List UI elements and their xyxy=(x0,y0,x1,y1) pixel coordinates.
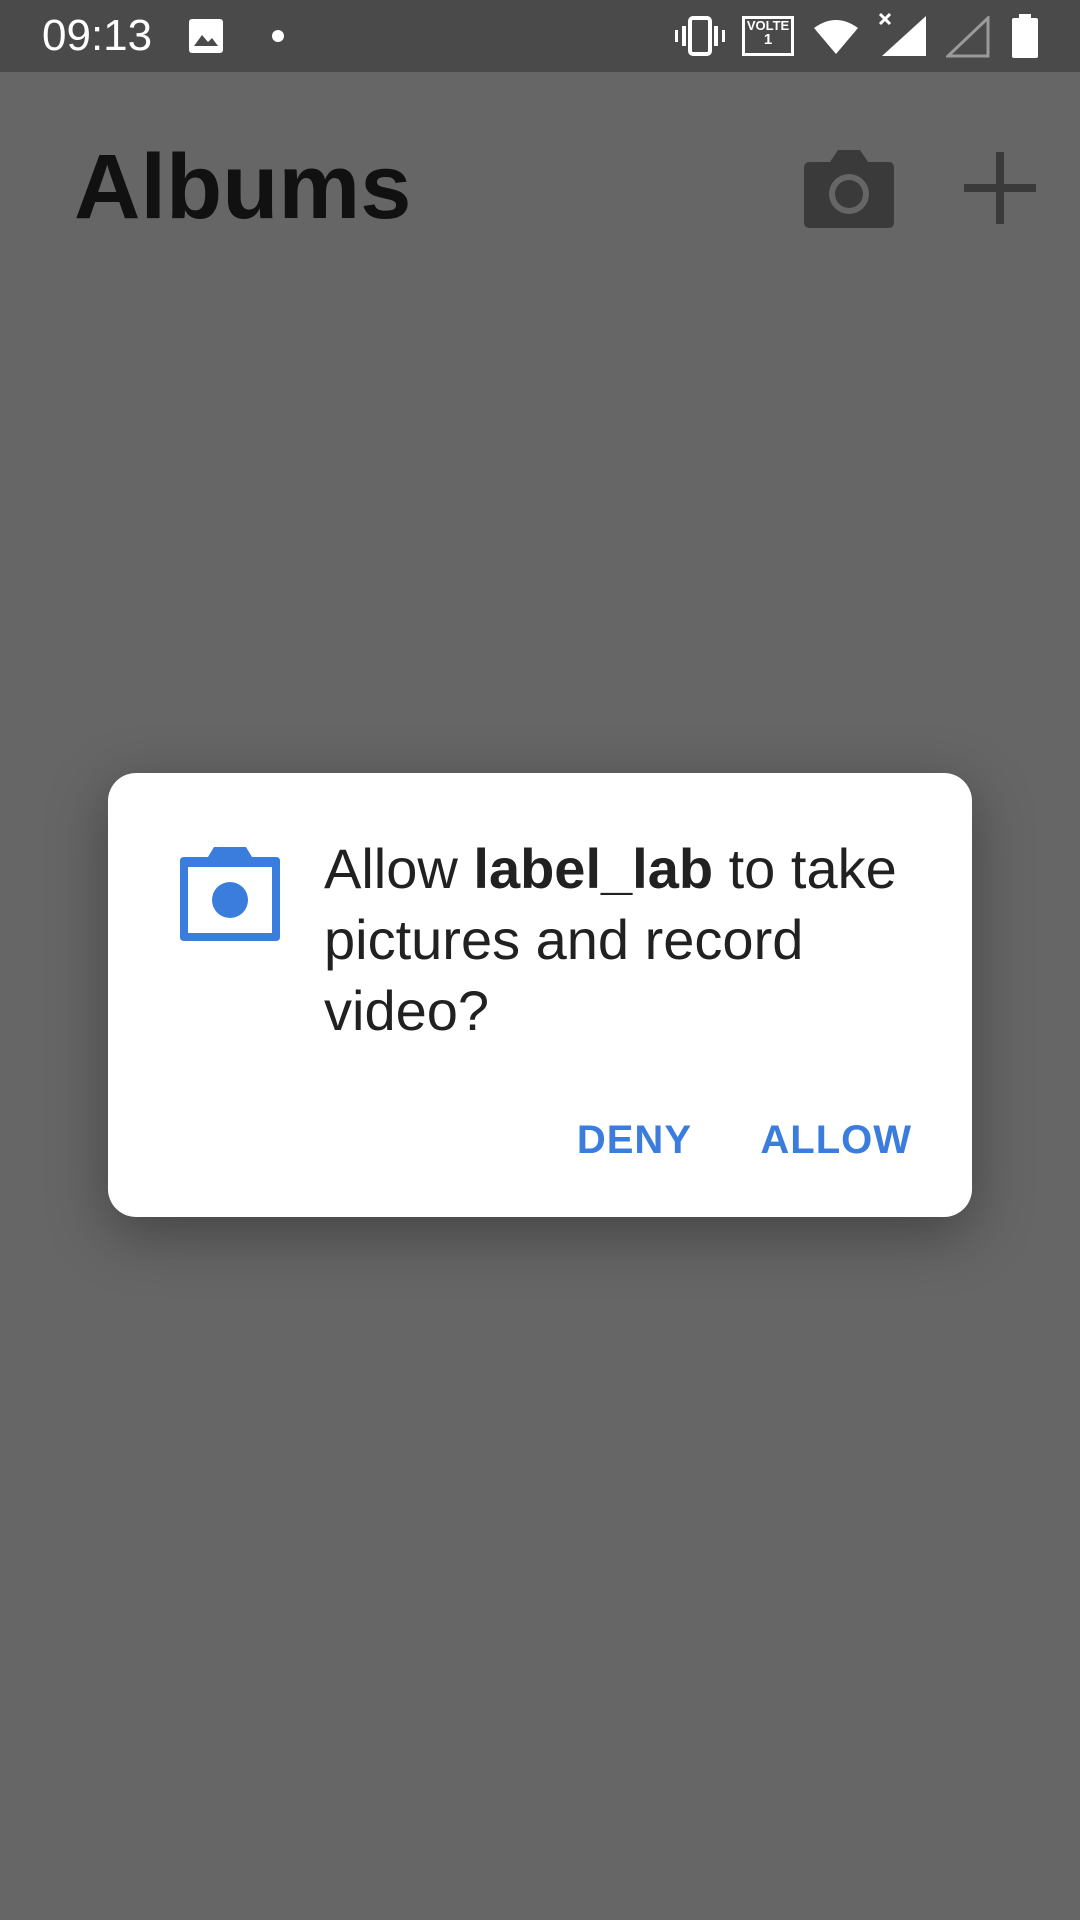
message-prefix: Allow xyxy=(324,837,474,900)
volte-icon: VOLTE 1 xyxy=(742,16,794,56)
permission-dialog: Allow label_lab to take pictures and rec… xyxy=(108,773,972,1217)
vibrate-icon xyxy=(675,16,725,56)
camera-icon xyxy=(180,847,280,941)
deny-button[interactable]: DENY xyxy=(577,1105,692,1175)
camera-icon[interactable] xyxy=(800,138,898,236)
status-bar: 09:13 VOLTE 1 xyxy=(0,0,1080,72)
page-title: Albums xyxy=(74,136,412,238)
signal-no-data-icon xyxy=(878,12,926,56)
sim-slot-label: 1 xyxy=(763,31,773,48)
image-notification-icon xyxy=(189,19,223,53)
dialog-message: Allow label_lab to take pictures and rec… xyxy=(324,833,944,1046)
status-time: 09:13 xyxy=(42,11,153,60)
wifi-icon xyxy=(814,20,858,54)
battery-icon xyxy=(1012,14,1038,58)
add-icon[interactable] xyxy=(950,138,1050,238)
app-name: label_lab xyxy=(473,837,714,900)
allow-button[interactable]: ALLOW xyxy=(760,1105,912,1175)
more-notifications-dot-icon xyxy=(272,30,284,42)
signal-empty-icon xyxy=(946,16,990,58)
